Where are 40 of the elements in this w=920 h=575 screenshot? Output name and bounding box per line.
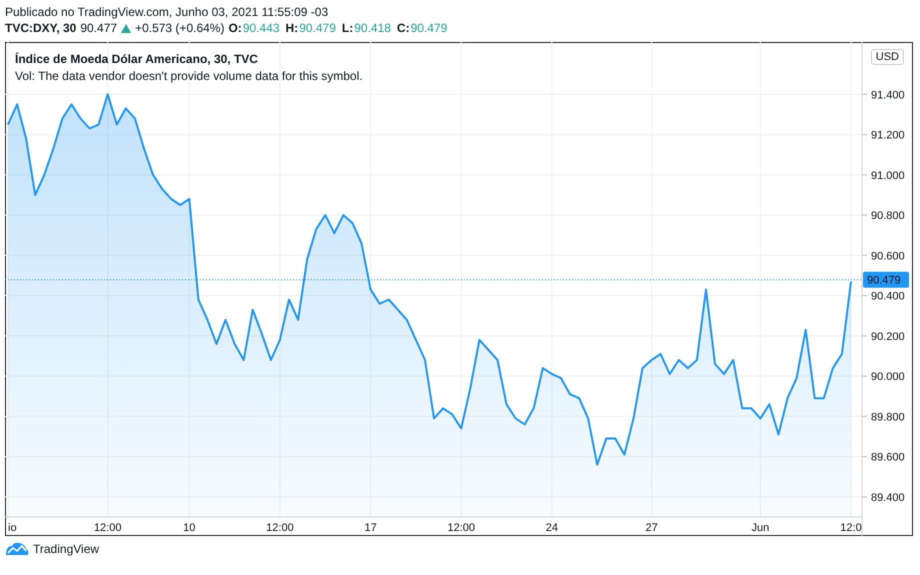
ohlc-label: C: [396, 21, 410, 35]
x-axis-label: 24 [546, 522, 558, 534]
symbol-label: TVC:DXY, 30 [5, 21, 76, 35]
x-axis-label: 12:0 [840, 522, 862, 534]
y-axis-label: 91.000 [871, 170, 905, 182]
x-axis-label: 17 [364, 522, 377, 534]
price-change: +0.573 (+0.64%) [135, 21, 224, 35]
price-label: 90.479 [863, 272, 909, 288]
x-axis-label: 12:00 [94, 522, 122, 534]
published-caption: Publicado no TradingView.com, Junho 03, 2021 11:55:09 -03 [5, 5, 330, 20]
chart-title: Índice de Moeda Dólar Americano, 30, TVC [15, 51, 259, 68]
y-axis-label: 91.400 [871, 89, 905, 102]
ohlc-label: O: [228, 21, 242, 35]
ohlc-value: 90.418 [354, 21, 391, 35]
y-axis-label: 90.200 [871, 330, 905, 343]
x-axis-label: 12:00 [447, 522, 475, 534]
x-axis-label: 12:00 [266, 522, 294, 534]
y-axis-label: 90.400 [871, 290, 905, 303]
ohlc-value: 90.443 [242, 21, 280, 35]
y-axis-label: 89.600 [871, 452, 905, 464]
y-axis-label: 90.800 [871, 210, 905, 222]
last-price: 90.477 [80, 21, 118, 35]
y-axis-label: 91.200 [871, 130, 905, 142]
ohlc-value: 90.479 [299, 21, 336, 35]
x-axis-label: Jun [751, 522, 770, 534]
triangle-icon [121, 24, 132, 32]
y-axis-label: 89.800 [871, 411, 905, 424]
x-axis-label: 10 [183, 522, 196, 534]
x-axis-label: 27 [645, 522, 658, 534]
y-axis-label: 90.000 [871, 371, 905, 384]
currency-button[interactable]: USD [870, 49, 904, 65]
ohlc-label: H: [286, 21, 298, 35]
ohlc-value: 90.479 [410, 21, 448, 35]
y-axis-label: 90.600 [871, 250, 905, 262]
volume-note: Vol: The data vendor doesn't provide volume data for this symbol. [15, 68, 363, 85]
brand-name: TradingView [33, 542, 100, 556]
x-axis-label: io [8, 522, 17, 534]
ohlc-label: L: [342, 21, 354, 35]
y-axis-label: 89.400 [871, 492, 905, 504]
logo-icon [5, 542, 29, 556]
